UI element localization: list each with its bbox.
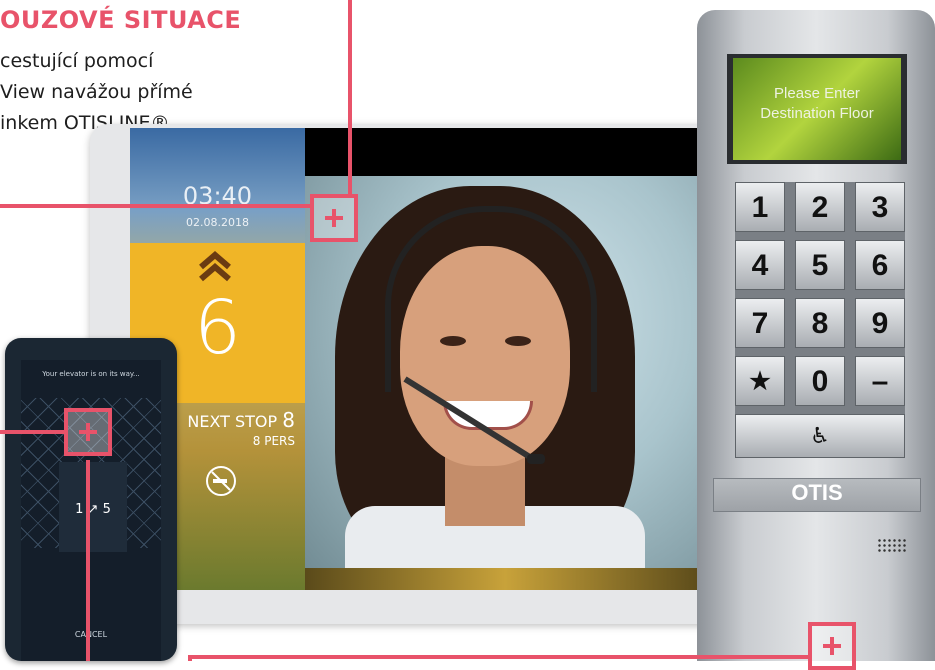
phone-screen: Your elevator is on its way... 1 ↗ 5 CAN… [21,360,161,661]
tablet-screen: 03:40 02.08.2018 6 NEXT STOP 8 8 PERS [130,128,705,590]
phone-status-message: Your elevator is on its way... [42,370,140,378]
brand-logo: OTIS [791,480,843,505]
no-smoking-icon [206,466,236,496]
key-0[interactable]: 0 [795,356,845,406]
keypad-grid: 1 2 3 4 5 6 7 8 9 ★ 0 – ♿ [735,182,905,458]
hotspot-plus-icon-video[interactable] [310,194,358,242]
key-9[interactable]: 9 [855,298,905,348]
key-3[interactable]: 3 [855,182,905,232]
key-5[interactable]: 5 [795,240,845,290]
video-call-feed [305,176,705,590]
key-2[interactable]: 2 [795,182,845,232]
next-stop-value: 8 [282,408,295,432]
key-7[interactable]: 7 [735,298,785,348]
display-line-1: Please Enter [774,85,860,102]
description-line-2: View navážou přímé [0,81,193,103]
cancel-button[interactable]: CANCEL [21,630,161,639]
callout-line-top [348,0,352,198]
key-dash[interactable]: – [855,356,905,406]
key-4[interactable]: 4 [735,240,785,290]
wheelchair-icon[interactable]: ♿ [735,414,905,458]
callout-line-phone [0,430,64,434]
hotspot-plus-icon-keypad[interactable] [808,622,856,670]
callout-line-bottom [188,655,808,659]
callout-line-phone-down [86,460,90,661]
description-line-1: cestující pomocí [0,50,154,72]
display-line-2: Destination Floor [760,105,874,122]
destination-keypad-panel: Please Enter Destination Floor 1 2 3 4 5… [697,10,935,661]
key-6[interactable]: 6 [855,240,905,290]
key-1[interactable]: 1 [735,182,785,232]
headset-icon [385,206,597,392]
display-text: Please Enter Destination Floor [733,84,901,124]
next-stop-label: NEXT STOP [187,412,278,431]
key-8[interactable]: 8 [795,298,845,348]
phone-device: Your elevator is on its way... 1 ↗ 5 CAN… [5,338,177,661]
callout-line-left [0,204,310,208]
callout-line-bottom-end [188,655,192,661]
key-star[interactable]: ★ [735,356,785,406]
headset-mic-tip [527,454,545,464]
section-title: OUZOVÉ SITUACE [0,6,242,34]
double-chevron-up-icon [199,251,231,282]
clock-date: 02.08.2018 [186,216,249,229]
video-bottom-strip [305,568,705,590]
speaker-grille [877,538,907,552]
hotspot-plus-icon-phone[interactable] [64,408,112,456]
phone-route: 1 ↗ 5 [75,502,111,517]
